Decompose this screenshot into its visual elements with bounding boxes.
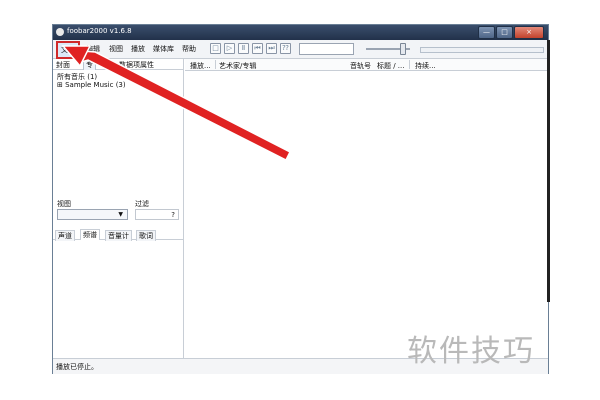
watermark-text: 软件技巧: [407, 334, 535, 369]
arrow-shaft: [68, 49, 292, 162]
